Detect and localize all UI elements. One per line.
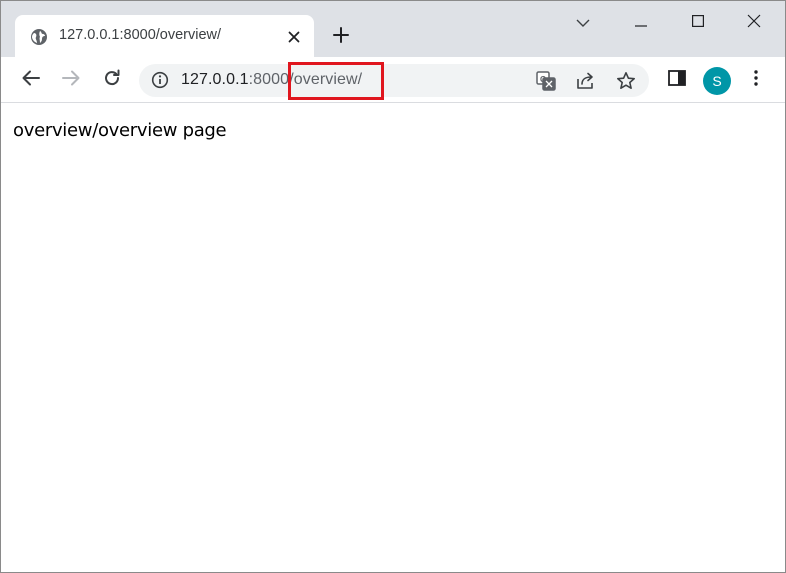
browser-menu-button[interactable] xyxy=(742,66,770,94)
globe-icon xyxy=(30,28,48,46)
address-bar[interactable]: 127.0.0.1:8000/overview/ G xyxy=(139,64,649,97)
reload-icon xyxy=(103,69,121,92)
profile-avatar[interactable]: S xyxy=(703,67,731,95)
plus-icon xyxy=(333,26,349,48)
maximize-button[interactable] xyxy=(683,9,713,37)
close-window-button[interactable] xyxy=(739,9,769,37)
page-text: overview/overview page xyxy=(13,120,227,141)
url-port: :8000 xyxy=(248,71,290,88)
page-content: overview/overview page xyxy=(1,104,785,572)
new-tab-button[interactable] xyxy=(327,23,355,51)
forward-button[interactable] xyxy=(57,66,85,94)
translate-icon[interactable]: G xyxy=(535,70,557,92)
browser-toolbar: 127.0.0.1:8000/overview/ G S xyxy=(1,57,785,103)
maximize-icon xyxy=(692,14,705,32)
side-panel-icon xyxy=(668,69,686,91)
tab-title: 127.0.0.1:8000/overview/ xyxy=(59,27,222,43)
browser-window: 127.0.0.1:8000/overview/ 127.0.0.1:8000/… xyxy=(0,0,786,573)
info-icon[interactable] xyxy=(151,71,169,89)
url-host: 127.0.0.1 xyxy=(181,71,249,88)
side-panel-button[interactable] xyxy=(663,66,691,94)
svg-text:G: G xyxy=(540,75,546,84)
arrow-left-icon xyxy=(22,70,40,91)
reload-button[interactable] xyxy=(98,66,126,94)
star-icon[interactable] xyxy=(615,70,637,92)
chevron-down-icon xyxy=(576,14,590,32)
minimize-icon xyxy=(635,14,647,32)
tab-strip: 127.0.0.1:8000/overview/ xyxy=(1,1,785,57)
share-icon[interactable] xyxy=(575,70,597,92)
tab-search-button[interactable] xyxy=(568,9,598,37)
kebab-menu-icon xyxy=(754,69,758,91)
tab-overview[interactable]: 127.0.0.1:8000/overview/ xyxy=(15,15,314,57)
arrow-right-icon xyxy=(62,70,80,91)
url-path: /overview/ xyxy=(289,71,363,88)
close-icon[interactable] xyxy=(285,28,303,46)
url-text[interactable]: 127.0.0.1:8000/overview/ xyxy=(181,71,362,89)
minimize-button[interactable] xyxy=(626,9,656,37)
back-button[interactable] xyxy=(17,66,45,94)
close-icon xyxy=(747,14,761,33)
